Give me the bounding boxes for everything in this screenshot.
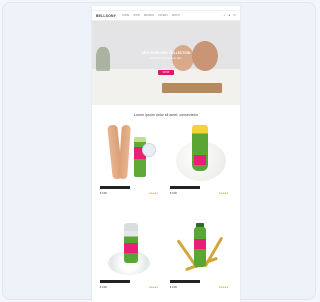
product-name-bar[interactable] [100, 280, 130, 283]
product-card[interactable]: € 9.99 ★★★★★ [170, 217, 232, 301]
product-name-bar[interactable] [170, 280, 200, 283]
product-card[interactable]: € 9.99 ★★★★★ [170, 123, 232, 207]
hero-subtitle: Discover care for your skin [150, 57, 182, 60]
logo[interactable]: BELLSONY [96, 14, 116, 18]
hero-banner: NEW SKINCARE COLLECTION Discover care fo… [92, 21, 240, 105]
top-bar-left [96, 7, 97, 10]
product-image[interactable] [170, 217, 232, 277]
product-label [194, 155, 206, 165]
product-swatch [142, 143, 156, 157]
product-rating: ★★★★★ [218, 286, 229, 289]
product-label [124, 243, 138, 253]
cart-icon[interactable]: ▭ [233, 14, 236, 17]
products-section-title: Lorem ipsum dolor sit amet, consectetur [134, 113, 198, 117]
product-name-bar[interactable] [170, 186, 200, 189]
product-rating: ★★★★★ [148, 192, 159, 195]
nav-icons: ⌕ ● ▭ [224, 14, 236, 17]
nav-item-about[interactable]: ABOUT [172, 14, 180, 17]
nav-item-home[interactable]: HOME [122, 14, 129, 17]
hero-tray [162, 83, 222, 93]
search-icon[interactable]: ⌕ [224, 14, 226, 17]
product-rating: ★★★★★ [148, 286, 159, 289]
user-icon[interactable]: ● [228, 14, 230, 17]
nav-menu: HOME SHOP BRANDS OFFERS ABOUT [122, 14, 224, 17]
product-image[interactable] [100, 217, 162, 277]
hero-text: NEW SKINCARE COLLECTION Discover care fo… [104, 51, 228, 78]
product-label [194, 239, 206, 249]
nav-item-offers[interactable]: OFFERS [158, 14, 168, 17]
product-name-bar[interactable] [100, 186, 130, 189]
product-rating: ★★★★★ [218, 192, 229, 195]
main-nav: BELLSONY HOME SHOP BRANDS OFFERS ABOUT ⌕… [92, 11, 240, 21]
legs-image [118, 124, 131, 180]
product-card[interactable]: € 9.99 ★★★★★ [100, 217, 162, 301]
hero-title: NEW SKINCARE COLLECTION [141, 51, 191, 55]
top-bar-right [235, 7, 236, 10]
product-card[interactable]: € 9.99 ★★★★★ [100, 123, 162, 207]
product-grid: € 9.99 ★★★★★ € 9.99 ★★★★★ € 9.99 ★★★★★ €… [92, 123, 240, 301]
website-preview: BELLSONY HOME SHOP BRANDS OFFERS ABOUT ⌕… [92, 6, 240, 302]
nav-item-shop[interactable]: SHOP [133, 14, 140, 17]
product-image[interactable] [170, 123, 232, 183]
hero-shop-button[interactable]: SHOP [157, 70, 175, 75]
product-image[interactable] [100, 123, 162, 183]
nav-item-brands[interactable]: BRANDS [144, 14, 154, 17]
